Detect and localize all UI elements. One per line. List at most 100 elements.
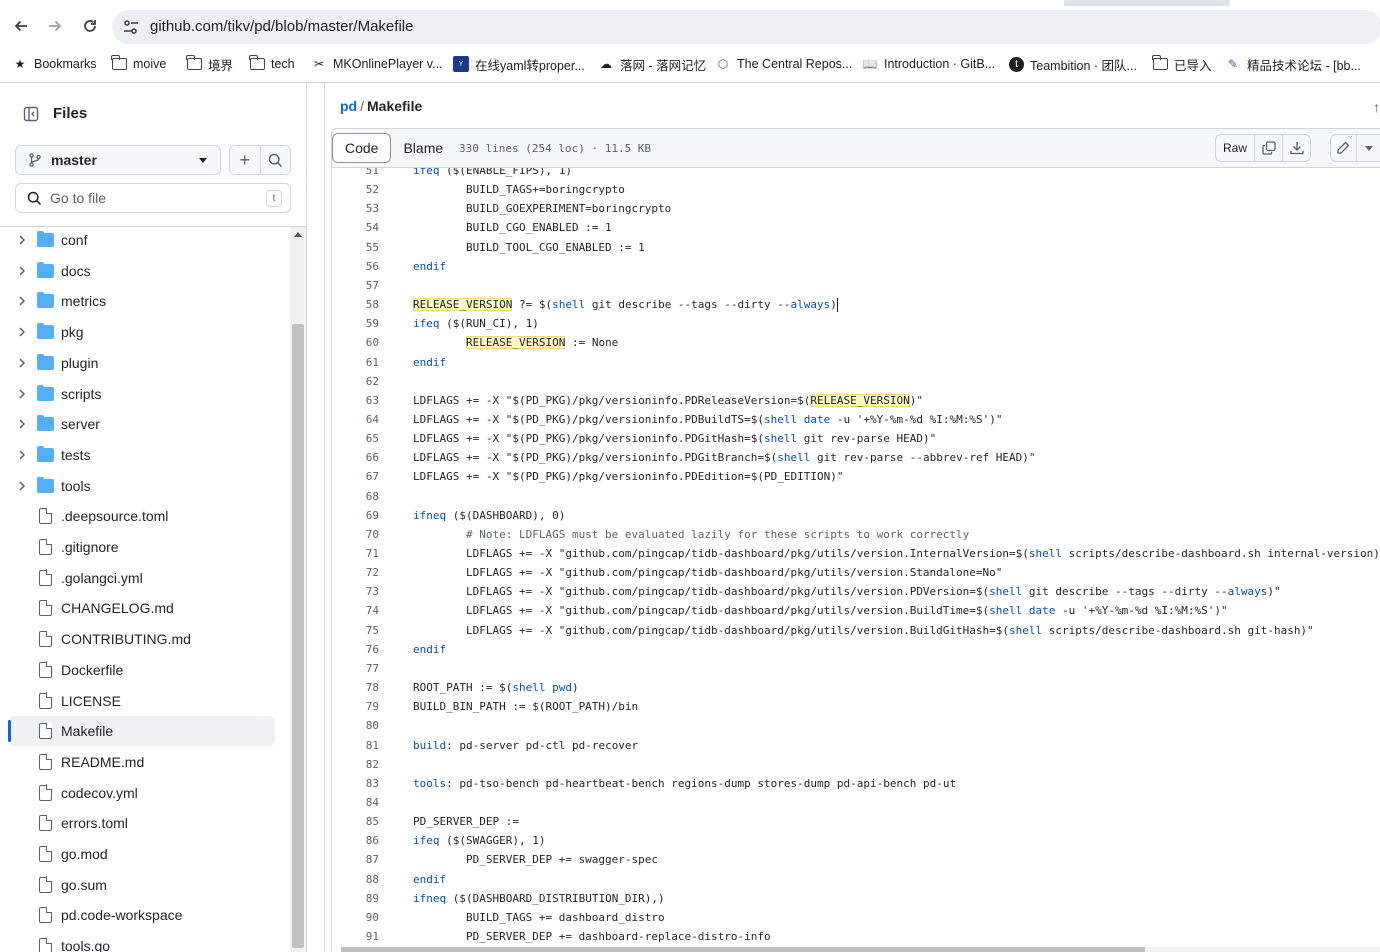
line-number[interactable]: 84 <box>332 793 379 812</box>
code-line[interactable]: 69 ifneq ($(DASHBOARD), 0) <box>332 506 1380 525</box>
tree-file-deepsource-toml[interactable]: .deepsource.toml <box>8 501 275 531</box>
tree-folder-conf[interactable]: conf <box>8 227 275 255</box>
chevron-right-icon[interactable] <box>17 326 27 338</box>
code-line[interactable]: 67 LDFLAGS += -X "$(PD_PKG)/pkg/versionin… <box>332 467 1380 486</box>
chevron-right-icon[interactable] <box>17 418 27 430</box>
code-scrollbar-thumb[interactable] <box>341 947 1145 952</box>
code-line[interactable]: 64 LDFLAGS += -X "$(PD_PKG)/pkg/versionin… <box>332 410 1380 429</box>
line-number[interactable]: 82 <box>332 755 379 774</box>
tab-blame[interactable]: Blame <box>391 133 455 163</box>
tree-folder-server[interactable]: server <box>8 409 275 439</box>
chevron-right-icon[interactable] <box>17 295 27 307</box>
site-settings-icon[interactable] <box>122 18 140 36</box>
code-line[interactable]: 75 LDFLAGS += -X "github.com/pingcap/tid… <box>332 621 1380 640</box>
code-line[interactable]: 88 endif <box>332 870 1380 889</box>
edit-button[interactable] <box>1331 135 1357 161</box>
bookmark-central-repo[interactable]: ⬡ The Central Repos... <box>715 55 853 73</box>
chevron-right-icon[interactable] <box>17 265 27 277</box>
line-number[interactable]: 63 <box>332 391 379 410</box>
bookmark-teambition[interactable]: t Teambition · 团队... <box>1009 55 1137 73</box>
line-number[interactable]: 64 <box>332 410 379 429</box>
chevron-right-icon[interactable] <box>17 234 27 246</box>
line-number[interactable]: 80 <box>332 716 379 735</box>
code-line[interactable]: 57 <box>332 276 1380 295</box>
code-line[interactable]: 78 ROOT_PATH := $(shell pwd) <box>332 678 1380 697</box>
line-number[interactable]: 79 <box>332 697 379 716</box>
bookmark-tech[interactable]: tech <box>248 55 295 73</box>
code-line[interactable]: 51 ifeq ($(ENABLE_FIPS), 1) <box>332 168 1380 180</box>
code-line[interactable]: 84 <box>332 793 1380 812</box>
tree-file-codecov-yml[interactable]: codecov.yml <box>8 778 275 808</box>
chevron-right-icon[interactable] <box>17 388 27 400</box>
code-line[interactable]: 71 LDFLAGS += -X "github.com/pingcap/tid… <box>332 544 1380 563</box>
bookmark-imported[interactable]: 已导入 <box>1151 55 1212 73</box>
code-line[interactable]: 55 BUILD_TOOL_CGO_ENABLED := 1 <box>332 238 1380 257</box>
branch-selector[interactable]: master <box>15 145 221 175</box>
tree-scrollbar[interactable] <box>290 227 306 952</box>
line-number[interactable]: 85 <box>332 812 379 831</box>
breadcrumb-repo-link[interactable]: pd <box>340 98 357 114</box>
code-line[interactable]: 65 LDFLAGS += -X "$(PD_PKG)/pkg/versionin… <box>332 429 1380 448</box>
tab-code[interactable]: Code <box>332 133 392 163</box>
code-line[interactable]: 56 endif <box>332 257 1380 276</box>
tree-folder-plugin[interactable]: plugin <box>8 348 275 378</box>
code-line[interactable]: 73 LDFLAGS += -X "github.com/pingcap/tid… <box>332 582 1380 601</box>
scroll-top-arrow-icon[interactable]: ↑ <box>1373 99 1380 115</box>
code-line[interactable]: 66 LDFLAGS += -X "$(PD_PKG)/pkg/versionin… <box>332 448 1380 467</box>
reload-button[interactable] <box>78 14 102 38</box>
line-number[interactable]: 68 <box>332 487 379 506</box>
forward-button[interactable] <box>43 14 67 38</box>
line-number[interactable]: 69 <box>332 506 379 525</box>
line-number[interactable]: 65 <box>332 429 379 448</box>
edit-options-button[interactable] <box>1357 135 1380 161</box>
line-number[interactable]: 62 <box>332 372 379 391</box>
code-line[interactable]: 60 RELEASE_VERSION := None <box>332 333 1380 352</box>
url-text[interactable]: github.com/tikv/pd/blob/master/Makefile <box>150 18 413 35</box>
line-number[interactable]: 81 <box>332 736 379 755</box>
line-number[interactable]: 53 <box>332 199 379 218</box>
code-line[interactable]: 61 endif <box>332 353 1380 372</box>
tree-file-contributing-md[interactable]: CONTRIBUTING.md <box>8 624 275 654</box>
bookmark-jingjie[interactable]: 境界 <box>185 55 233 73</box>
line-number[interactable]: 90 <box>332 908 379 927</box>
add-file-button[interactable]: + <box>230 146 261 174</box>
raw-button[interactable]: Raw <box>1216 135 1254 161</box>
bookmark-bookmarks[interactable]: ★ Bookmarks <box>12 55 97 73</box>
line-number[interactable]: 78 <box>332 678 379 697</box>
line-number[interactable]: 70 <box>332 525 379 544</box>
tree-file-changelog-md[interactable]: CHANGELOG.md <box>8 593 275 623</box>
bookmark-mkonlineplayer[interactable]: ✂ MKOnlinePlayer v... <box>311 55 443 73</box>
tree-file-go-mod[interactable]: go.mod <box>8 839 275 869</box>
code-listing[interactable]: 51 ifeq ($(ENABLE_FIPS), 1) 52 BUILD_TAGS+… <box>331 168 1380 952</box>
code-line[interactable]: 79 BUILD_BIN_PATH := $(ROOT_PATH)/bin <box>332 697 1380 716</box>
line-number[interactable]: 77 <box>332 659 379 678</box>
tree-folder-pkg[interactable]: pkg <box>8 317 275 347</box>
tree-folder-tests[interactable]: tests <box>8 440 275 470</box>
code-line[interactable]: 52 BUILD_TAGS+=boringcrypto <box>332 180 1380 199</box>
code-line[interactable]: 90 BUILD_TAGS += dashboard_distro <box>332 908 1380 927</box>
bookmark-gitbook[interactable]: 📖 Introduction · GitB... <box>862 55 996 73</box>
code-line[interactable]: 68 <box>332 487 1380 506</box>
code-line[interactable]: 82 <box>332 755 1380 774</box>
chevron-right-icon[interactable] <box>17 357 27 369</box>
bookmark-forum[interactable]: ✎ 精品技术论坛 - [bb... <box>1225 55 1361 73</box>
tree-file-errors-toml[interactable]: errors.toml <box>8 808 275 838</box>
line-number[interactable]: 58 <box>332 295 379 314</box>
chevron-right-icon[interactable] <box>17 449 27 461</box>
code-line[interactable]: 85 PD_SERVER_DEP := <box>332 812 1380 831</box>
bookmark-luowang[interactable]: ☁ 落网 - 落网记忆 <box>598 55 706 73</box>
code-line[interactable]: 83 tools: pd-tso-bench pd-heartbeat-bench… <box>332 774 1380 793</box>
line-number[interactable]: 91 <box>332 927 379 946</box>
collapse-sidebar-button[interactable] <box>16 99 46 129</box>
tree-file-pd-code-workspace[interactable]: pd.code-workspace <box>8 900 275 930</box>
code-horizontal-scrollbar[interactable] <box>341 947 1380 952</box>
line-number[interactable]: 54 <box>332 218 379 237</box>
line-number[interactable]: 59 <box>332 314 379 333</box>
bookmark-moive[interactable]: moive <box>110 55 166 73</box>
code-line[interactable]: 54 BUILD_CGO_ENABLED := 1 <box>332 218 1380 237</box>
tree-folder-docs[interactable]: docs <box>8 256 275 286</box>
tree-file-gitignore[interactable]: .gitignore <box>8 532 275 562</box>
tree-file-makefile[interactable]: Makefile <box>8 716 275 747</box>
tree-file-dockerfile[interactable]: Dockerfile <box>8 655 275 685</box>
code-line[interactable]: 74 LDFLAGS += -X "github.com/pingcap/tid… <box>332 601 1380 620</box>
